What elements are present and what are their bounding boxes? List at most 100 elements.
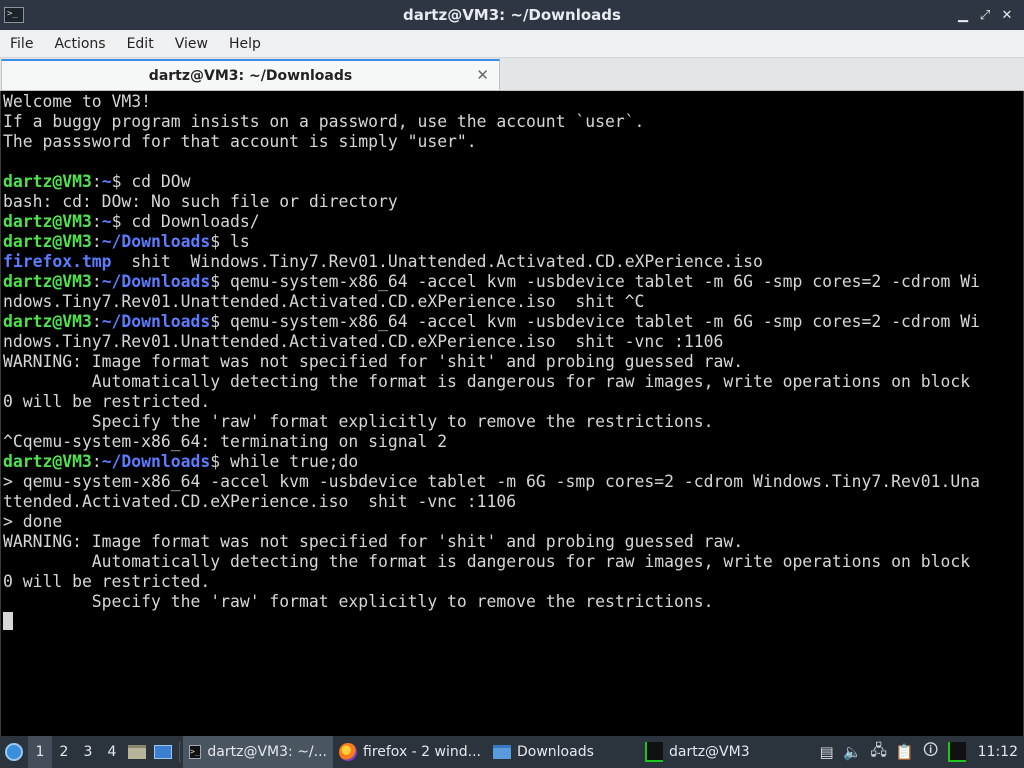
network-icon[interactable]: 🖧 — [866, 736, 892, 768]
terminal-line: dartz@VM3:~/Downloads$ ls — [3, 232, 250, 251]
system-monitor-tray-icon[interactable] — [944, 736, 970, 768]
start-menu-icon — [5, 743, 23, 761]
terminal-app-icon[interactable]: >_ — [4, 7, 24, 23]
line-text: > done — [3, 512, 63, 531]
menu-edit[interactable]: Edit — [117, 30, 165, 58]
workspace-1[interactable]: 1 — [28, 736, 52, 768]
keyboard-layout-icon[interactable]: ▤ — [814, 736, 840, 768]
line-text: ndows.Tiny7.Rev01.Unattended.Activated.C… — [3, 292, 645, 311]
volume-icon[interactable]: 🔈 — [840, 736, 866, 768]
prompt-user: dartz@VM3 — [3, 232, 92, 251]
firefox-icon — [339, 743, 357, 761]
terminal-line: ttended.Activated.CD.eXPerience.iso shit… — [3, 492, 980, 512]
tab-close-icon[interactable]: ✕ — [476, 66, 489, 84]
line-text: If a buggy program insists on a password… — [3, 112, 645, 131]
line-text: Automatically detecting the format is da… — [3, 372, 971, 391]
clock[interactable]: 11:12 — [970, 744, 1024, 760]
task-downloads[interactable]: Downloads — [487, 736, 639, 768]
terminal-line: dartz@VM3:~/Downloads$ qemu-system-x86_6… — [3, 272, 980, 291]
line-text: ndows.Tiny7.Rev01.Unattended.Activated.C… — [3, 332, 724, 351]
show-desktop-launcher[interactable] — [150, 736, 176, 768]
workspace-4[interactable]: 4 — [100, 736, 124, 768]
workspace-3[interactable]: 3 — [76, 736, 100, 768]
clipboard-icon[interactable]: 📋 — [892, 736, 918, 768]
line-text: WARNING: Image format was not specified … — [3, 352, 744, 371]
prompt-user: dartz@VM3 — [3, 212, 92, 231]
terminal-line: 0 will be restricted. — [3, 572, 980, 592]
terminal-line: dartz@VM3:~$ cd DOw — [3, 172, 191, 191]
task-label: dartz@VM3 — [669, 744, 750, 760]
system-monitor-icon — [645, 742, 663, 762]
tab-terminal[interactable]: dartz@VM3: ~/Downloads ✕ — [1, 59, 500, 90]
file-manager-launcher[interactable] — [124, 736, 150, 768]
line-text: Specify the 'raw' format explicitly to r… — [3, 412, 714, 431]
line-text: 0 will be restricted. — [3, 572, 211, 591]
taskbar: 1 2 3 4 >_ dartz@VM3: ~/... firefox - 2 … — [0, 736, 1024, 768]
window-titlebar[interactable]: >_ dartz@VM3: ~/Downloads ▁ ⤢ ✕ — [0, 0, 1024, 30]
terminal-line: WARNING: Image format was not specified … — [3, 352, 980, 372]
terminal-line: ndows.Tiny7.Rev01.Unattended.Activated.C… — [3, 292, 980, 312]
task-label: Downloads — [517, 744, 594, 760]
prompt-path: ~/Downloads — [101, 312, 211, 331]
line-text: cd Downloads/ — [131, 212, 260, 231]
minimize-button[interactable]: ▁ — [952, 8, 974, 23]
task-terminal[interactable]: >_ dartz@VM3: ~/... — [183, 736, 333, 768]
terminal-line: Welcome to VM3! — [3, 92, 980, 112]
line-text: Welcome to VM3! — [3, 92, 152, 111]
terminal-line: bash: cd: DOw: No such file or directory — [3, 192, 980, 212]
line-text: while true;do — [230, 452, 359, 471]
task-label: firefox - 2 wind... — [363, 744, 481, 760]
line-text: > qemu-system-x86_64 -accel kvm -usbdevi… — [3, 472, 980, 491]
prompt-path: ~/Downloads — [101, 272, 211, 291]
text-cursor — [3, 612, 13, 630]
task-firefox[interactable]: firefox - 2 wind... — [333, 736, 487, 768]
terminal-line: > done — [3, 512, 980, 532]
terminal-view[interactable]: Welcome to VM3! If a buggy program insist… — [0, 91, 1024, 736]
close-button[interactable]: ✕ — [996, 8, 1018, 23]
maximize-button[interactable]: ⤢ — [974, 8, 996, 23]
terminal-line: ndows.Tiny7.Rev01.Unattended.Activated.C… — [3, 332, 980, 352]
prompt-path: ~ — [101, 172, 112, 191]
line-text: shit Windows.Tiny7.Rev01.Unattended.Acti… — [111, 252, 763, 271]
terminal-line: dartz@VM3:~/Downloads$ qemu-system-x86_6… — [3, 312, 980, 331]
menu-file[interactable]: File — [0, 30, 44, 58]
line-text: The passsword for that account is simply… — [3, 132, 477, 151]
menu-help[interactable]: Help — [219, 30, 272, 58]
line-text: cd DOw — [131, 172, 191, 191]
terminal-line: Automatically detecting the format is da… — [3, 372, 980, 392]
prompt-path: ~/Downloads — [101, 232, 211, 251]
line-text: qemu-system-x86_64 -accel kvm -usbdevice… — [230, 272, 980, 291]
terminal-line — [3, 612, 980, 632]
line-text: qemu-system-x86_64 -accel kvm -usbdevice… — [230, 312, 980, 331]
terminal-line: Specify the 'raw' format explicitly to r… — [3, 592, 980, 612]
cpu-graph-icon — [947, 742, 966, 762]
terminal-line: dartz@VM3:~/Downloads$ while true;do — [3, 452, 359, 471]
terminal-line: Automatically detecting the format is da… — [3, 552, 980, 572]
prompt-user: dartz@VM3 — [3, 272, 92, 291]
menu-view[interactable]: View — [165, 30, 219, 58]
line-text: ^Cqemu-system-x86_64: terminating on sig… — [3, 432, 448, 451]
menu-bar: File Actions Edit View Help — [0, 30, 1024, 58]
menu-actions[interactable]: Actions — [44, 30, 116, 58]
line-text: ls — [230, 232, 250, 251]
terminal-icon: >_ — [189, 745, 202, 759]
workspace-2[interactable]: 2 — [52, 736, 76, 768]
desktop-icon — [154, 745, 172, 759]
start-menu-button[interactable] — [0, 736, 28, 768]
ls-directory-entry: firefox.tmp — [3, 252, 112, 271]
terminal-line: 0 will be restricted. — [3, 392, 980, 412]
updates-icon[interactable]: 🛈 — [918, 736, 944, 768]
file-manager-icon — [128, 745, 146, 759]
terminal-line: > qemu-system-x86_64 -accel kvm -usbdevi… — [3, 472, 980, 492]
prompt-path: ~/Downloads — [101, 452, 211, 471]
terminal-line: ^Cqemu-system-x86_64: terminating on sig… — [3, 432, 980, 452]
prompt-user: dartz@VM3 — [3, 452, 92, 471]
line-text: bash: cd: DOw: No such file or directory — [3, 192, 398, 211]
terminal-output: Welcome to VM3! If a buggy program insist… — [3, 92, 980, 632]
task-label: dartz@VM3: ~/... — [207, 744, 327, 760]
tab-bar: dartz@VM3: ~/Downloads ✕ — [0, 58, 1024, 91]
line-text: Specify the 'raw' format explicitly to r… — [3, 592, 714, 611]
line-text: Automatically detecting the format is da… — [3, 552, 971, 571]
task-system-monitor[interactable]: dartz@VM3 — [639, 736, 789, 768]
